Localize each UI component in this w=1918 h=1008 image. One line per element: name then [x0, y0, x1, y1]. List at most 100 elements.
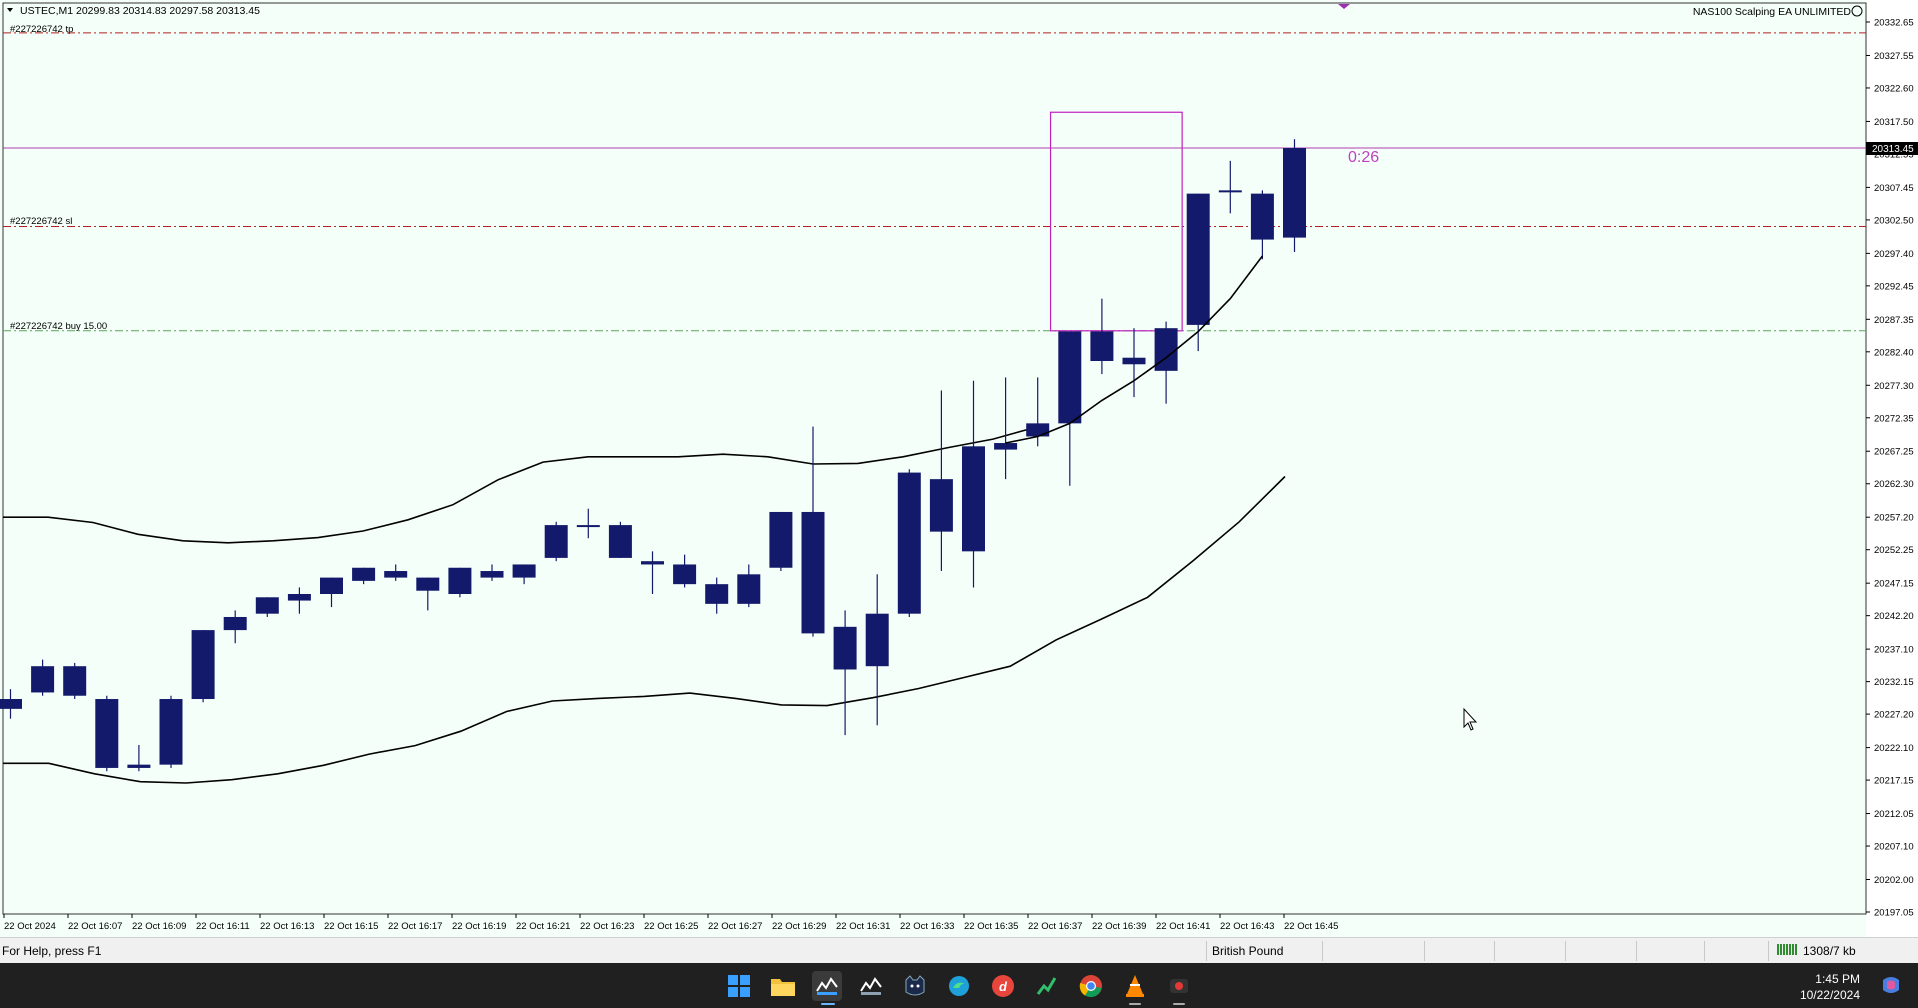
chart-area[interactable]: 20332.6520327.5520322.6020317.5020312.55…	[0, 0, 1918, 937]
price-axis-panel	[1866, 0, 1918, 937]
countdown-timer: 0:26	[1348, 149, 1379, 166]
time-axis-label: 22 Oct 16:09	[132, 921, 186, 932]
candle-body	[1250, 193, 1274, 240]
price-axis-label: 20232.15	[1874, 677, 1914, 688]
price-axis-label: 20297.40	[1874, 249, 1914, 260]
price-axis-label: 20222.10	[1874, 743, 1914, 754]
chart-app-icon[interactable]	[1032, 971, 1062, 1001]
price-axis-label: 20227.20	[1874, 710, 1914, 721]
candle-body	[63, 666, 87, 696]
chart-background	[0, 0, 1918, 937]
file-explorer-icon[interactable]	[768, 971, 798, 1001]
time-axis-label: 22 Oct 16:29	[772, 921, 826, 932]
price-axis-label: 20292.45	[1874, 281, 1914, 292]
cat-app-icon[interactable]	[900, 971, 930, 1001]
candle-body	[287, 594, 311, 601]
ea-name-label: NAS100 Scalping EA UNLIMITED	[1693, 6, 1852, 18]
metatrader-icon[interactable]	[812, 971, 842, 1001]
candle-body	[801, 511, 825, 634]
status-divider	[1704, 941, 1705, 961]
time-axis-label: 22 Oct 16:19	[452, 921, 506, 932]
candle-body	[962, 446, 985, 552]
price-axis-label: 20207.10	[1874, 842, 1914, 853]
price-axis-label: 20267.25	[1874, 447, 1914, 458]
time-axis-label: 22 Oct 16:13	[260, 921, 314, 932]
price-axis-label: 20282.40	[1874, 347, 1914, 358]
svg-text:d: d	[999, 979, 1008, 994]
candle	[159, 695, 183, 768]
screen-recorder-icon[interactable]	[1164, 971, 1194, 1001]
time-axis-label: 22 Oct 16:35	[964, 921, 1018, 932]
candle-body	[544, 525, 568, 558]
price-axis-label: 20237.10	[1874, 645, 1914, 656]
status-bar: For Help, press F1 British Pound 1308/7 …	[0, 937, 1918, 964]
red-app-icon[interactable]: d	[988, 971, 1018, 1001]
candle-body	[1186, 193, 1210, 325]
candle-body	[865, 613, 889, 667]
candle-body	[31, 666, 55, 693]
time-axis-label: 22 Oct 16:43	[1220, 921, 1274, 932]
price-axis-label: 20247.15	[1874, 579, 1914, 590]
copilot-icon[interactable]	[1876, 971, 1906, 1001]
open-app-indicator	[1173, 1003, 1185, 1005]
time-axis-label: 22 Oct 16:07	[68, 921, 122, 932]
candle-body	[1058, 331, 1082, 424]
status-divider	[1206, 941, 1207, 961]
candle	[544, 521, 568, 562]
currency-label: British Pound	[1212, 944, 1284, 958]
edge-browser-icon[interactable]	[944, 971, 974, 1001]
price-axis-label: 20257.20	[1874, 513, 1914, 524]
time-axis-label: 22 Oct 16:23	[580, 921, 634, 932]
candle	[769, 511, 793, 572]
candle-body	[352, 567, 376, 581]
price-axis-label: 20322.60	[1874, 83, 1914, 94]
candle-body	[737, 574, 761, 604]
time-axis-label: 22 Oct 16:39	[1092, 921, 1146, 932]
time-axis-label: 22 Oct 16:21	[516, 921, 570, 932]
price-axis-label: 20197.05	[1874, 908, 1914, 919]
candle-body	[384, 571, 408, 578]
sl-label: #227226742 sl	[10, 216, 72, 227]
time-axis-label: 22 Oct 16:45	[1284, 921, 1338, 932]
help-hint: For Help, press F1	[2, 944, 102, 958]
candle-body	[576, 525, 600, 528]
time-axis-label: 22 Oct 16:17	[388, 921, 442, 932]
candle	[63, 662, 87, 700]
candle-body	[1026, 423, 1050, 437]
candle-body	[994, 443, 1018, 450]
candle-body	[1090, 331, 1114, 362]
candle-body	[833, 626, 857, 670]
candle-body	[127, 764, 151, 768]
metatrader-second-icon[interactable]	[856, 971, 886, 1001]
status-divider	[1565, 941, 1566, 961]
candle-body	[769, 511, 793, 568]
price-axis-label: 20332.65	[1874, 18, 1914, 29]
price-axis-label: 20317.50	[1874, 117, 1914, 128]
candle	[95, 695, 119, 772]
candle	[448, 567, 472, 598]
vlc-player-icon[interactable]	[1120, 971, 1150, 1001]
price-axis-label: 20252.25	[1874, 545, 1914, 556]
system-clock[interactable]: 1:45 PM 10/22/2024	[1800, 971, 1860, 1003]
taskbar: d 1:45 PM 10/22/2024	[0, 963, 1918, 1008]
status-divider	[1636, 941, 1637, 961]
candle-body	[0, 699, 22, 709]
candle-body	[512, 564, 536, 578]
candle-body	[95, 699, 119, 768]
time-axis-label: 22 Oct 16:41	[1156, 921, 1210, 932]
chrome-browser-icon[interactable]	[1076, 971, 1106, 1001]
windows-start-icon[interactable]	[724, 971, 754, 1001]
candle-body	[897, 472, 921, 614]
candle-body	[1122, 357, 1146, 365]
time-axis-label: 22 Oct 16:25	[644, 921, 698, 932]
price-axis-label: 20217.15	[1874, 776, 1914, 787]
tp-label: #227226742 tp	[10, 24, 73, 35]
candle-body	[448, 567, 472, 595]
candle	[191, 630, 215, 703]
price-axis-label: 20307.45	[1874, 183, 1914, 194]
current-price-tag-text: 20313.45	[1872, 144, 1914, 155]
candle-body	[1218, 190, 1242, 193]
price-axis-label: 20262.30	[1874, 479, 1914, 490]
status-divider	[1424, 941, 1425, 961]
candle-body	[223, 616, 247, 631]
